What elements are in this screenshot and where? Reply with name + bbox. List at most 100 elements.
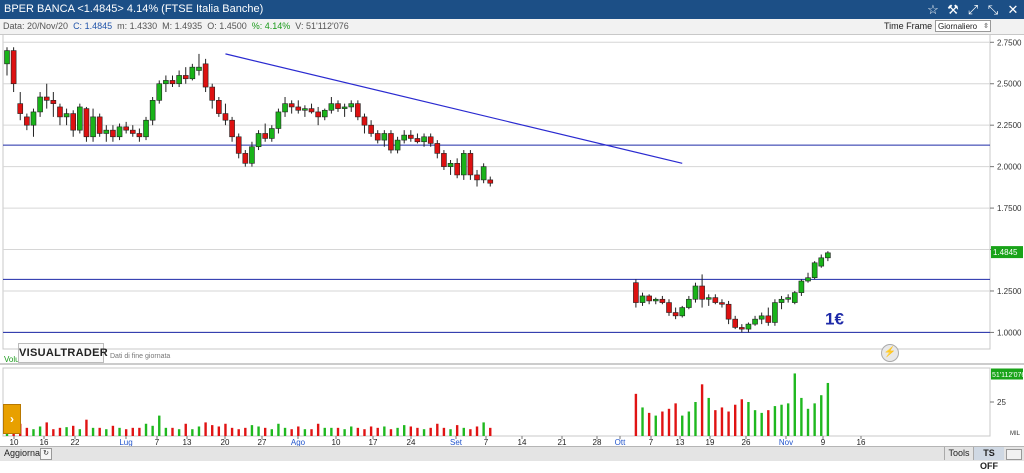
price-tick-label: 1.7500 (997, 204, 1022, 213)
candle-body (791, 292, 798, 303)
trendline-layer (225, 53, 683, 164)
candle (732, 315, 739, 330)
candle-body (163, 80, 169, 85)
lightning-icon[interactable]: ⚡ (881, 344, 899, 362)
candle (209, 83, 216, 109)
candle (136, 128, 143, 142)
volume-bar (462, 427, 465, 436)
close-icon[interactable]: ✕ (1004, 1, 1022, 18)
candle (679, 305, 686, 318)
candle-body (646, 295, 652, 302)
candle-body (308, 108, 315, 113)
window-title: BPER BANCA <1.4845> 4.14% (FTSE Italia B… (4, 3, 264, 15)
star-icon[interactable]: ☆ (924, 1, 942, 18)
volume-bar (250, 425, 254, 436)
volume-bar (316, 423, 320, 436)
candle (778, 295, 785, 310)
scroll-left-button[interactable]: › (3, 404, 21, 434)
candle (434, 140, 441, 159)
candle (348, 100, 355, 112)
volume-bar (793, 373, 796, 436)
info-open: O: 1.4500 (207, 21, 247, 31)
volume-bar (164, 427, 168, 436)
candle (17, 92, 24, 121)
update-icon[interactable]: ↻ (40, 448, 52, 460)
price-tick-label: 2.0000 (997, 163, 1022, 172)
volume-bar (389, 429, 393, 436)
collapse-icon[interactable]: ⤡ (984, 1, 1002, 18)
timeframe-select[interactable]: Giornaliero ⇳ (935, 20, 991, 32)
chart-canvas[interactable]: 2.75002.50002.25002.00001.75001.50001.25… (0, 34, 1024, 446)
volume-bar (449, 429, 452, 436)
info-close: C: 1.4845 (73, 21, 113, 31)
volume-bar (760, 412, 763, 436)
candle (672, 307, 679, 320)
resize-grip-icon[interactable] (1006, 449, 1022, 460)
volume-bar (363, 429, 366, 436)
candle-body (374, 133, 381, 141)
candle-body (388, 133, 394, 151)
candle-body (447, 163, 454, 167)
chevron-down-icon[interactable]: ⇳ (983, 21, 989, 33)
date-axis: 10 16 22 Lug 7 13 20 27 Ago 10 17 24 Set 7 14 21 28 Ott 7 1… (10, 436, 866, 446)
candle (772, 299, 778, 326)
candle (401, 130, 408, 144)
volume-bar (303, 429, 307, 436)
date-tick-label: Nov (779, 438, 793, 446)
date-tick-label: 28 (593, 438, 602, 446)
candle-body (216, 100, 222, 114)
candle-body (4, 50, 10, 65)
candle (90, 108, 96, 142)
timeframe-value: Giornaliero (938, 22, 978, 31)
candle-body (255, 133, 262, 148)
volume-bar (813, 403, 816, 436)
candle-body (156, 83, 163, 101)
candle-body (818, 257, 825, 267)
volume-bar (687, 411, 691, 436)
volume-panel-frame (2, 367, 991, 437)
date-tick-label: 14 (518, 438, 527, 446)
volume-bar (336, 427, 340, 436)
candle-body (24, 116, 30, 126)
volume-bar (230, 427, 234, 436)
date-tick-label: 13 (676, 438, 685, 446)
candle-body (758, 315, 765, 320)
date-tick-label: 7 (484, 438, 489, 446)
volume-bar (45, 422, 48, 436)
expand-icon[interactable]: ⤢ (964, 1, 982, 18)
date-tick-label: 21 (558, 438, 567, 446)
candle (302, 105, 308, 117)
candle-body (474, 174, 480, 181)
candle (758, 312, 765, 325)
volume-bar (826, 382, 830, 436)
candle (149, 97, 156, 126)
candle (791, 290, 798, 305)
candle (70, 110, 76, 137)
candle-body (460, 153, 467, 176)
candle-body (414, 138, 421, 143)
candle (43, 83, 50, 109)
update-label[interactable]: Aggiorna (4, 448, 40, 458)
candle (447, 160, 454, 175)
candle-body (229, 119, 235, 138)
candle (315, 106, 321, 126)
candle-body (335, 103, 341, 109)
candle (719, 299, 725, 308)
candle-body (672, 312, 679, 317)
candle-body (778, 298, 785, 303)
tools-button[interactable]: Tools (944, 447, 973, 460)
volume-bar (396, 427, 399, 436)
candle (374, 130, 381, 144)
volume-bar (714, 410, 717, 436)
hammer-icon[interactable]: ⚒ (944, 1, 962, 18)
candle (308, 103, 315, 114)
volume-bar (455, 425, 459, 436)
volume-bar (350, 426, 353, 436)
ts-off-button[interactable]: TS OFF (973, 447, 1004, 471)
candle (229, 116, 235, 142)
candle-body (209, 86, 216, 101)
candle (825, 251, 831, 262)
candle (321, 108, 328, 121)
candle-body (712, 297, 719, 303)
candle-body (739, 327, 745, 330)
